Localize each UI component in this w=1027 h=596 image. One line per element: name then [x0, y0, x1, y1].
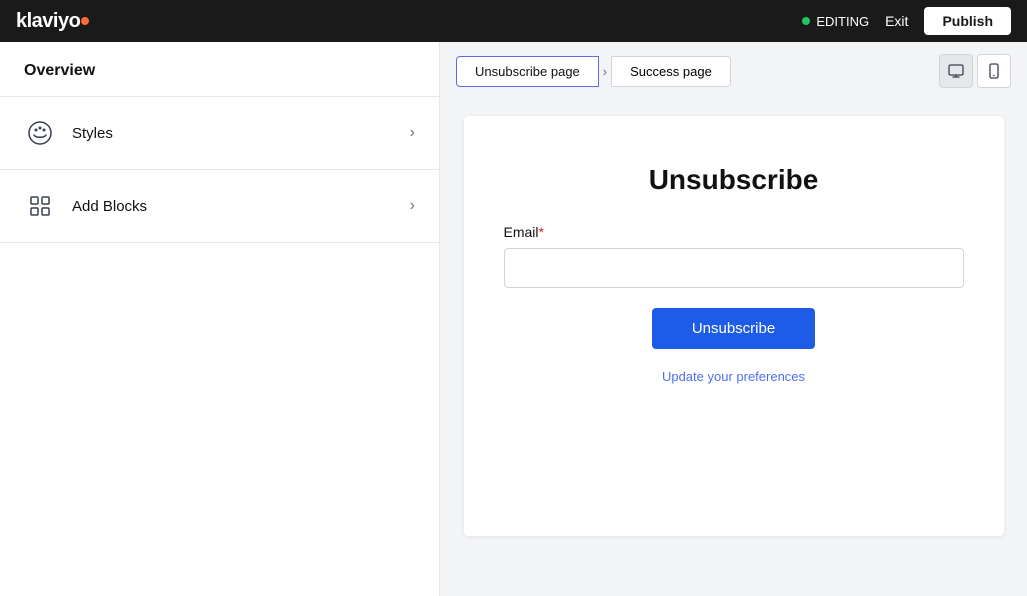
unsubscribe-button[interactable]: Unsubscribe — [652, 308, 815, 349]
tab-success-page[interactable]: Success page — [611, 56, 731, 87]
tab-separator-arrow: › — [599, 64, 611, 79]
sidebar-title: Overview — [0, 42, 439, 97]
form-title: Unsubscribe — [649, 164, 819, 196]
publish-button[interactable]: Publish — [924, 7, 1011, 35]
styles-chevron-icon: › — [410, 124, 415, 142]
blocks-icon — [24, 190, 56, 222]
email-input[interactable] — [504, 248, 964, 288]
styles-label: Styles — [72, 125, 113, 142]
sidebar-item-styles-left: Styles — [24, 117, 113, 149]
sidebar-item-add-blocks[interactable]: Add Blocks › — [0, 170, 439, 243]
blocks-chevron-icon: › — [410, 197, 415, 215]
tab-unsubscribe-page[interactable]: Unsubscribe page — [456, 56, 599, 87]
logo-dot — [81, 17, 89, 25]
tab-bar: Unsubscribe page › Success page — [440, 42, 1027, 100]
editing-status: EDITING — [802, 14, 869, 29]
view-toggle-group — [939, 54, 1011, 88]
sidebar: Overview Styles › — [0, 42, 440, 596]
required-star: * — [539, 224, 544, 240]
sidebar-item-blocks-left: Add Blocks — [24, 190, 147, 222]
editing-label: EDITING — [816, 14, 869, 29]
mobile-view-button[interactable] — [977, 54, 1011, 88]
desktop-view-button[interactable] — [939, 54, 973, 88]
add-blocks-label: Add Blocks — [72, 198, 147, 215]
sidebar-item-styles[interactable]: Styles › — [0, 97, 439, 170]
header-actions: EDITING Exit Publish — [802, 7, 1011, 35]
editing-indicator — [802, 17, 810, 25]
preferences-link[interactable]: Update your preferences — [662, 369, 805, 384]
app-header: klaviyo EDITING Exit Publish — [0, 0, 1027, 42]
exit-button[interactable]: Exit — [885, 13, 908, 29]
palette-icon — [24, 117, 56, 149]
page-tabs: Unsubscribe page › Success page — [456, 56, 731, 87]
email-form-group: Email* — [504, 224, 964, 288]
logo: klaviyo — [16, 10, 89, 33]
logo-text: klaviyo — [16, 10, 80, 33]
preview-card: Unsubscribe Email* Unsubscribe Update yo… — [464, 116, 1004, 536]
email-label: Email* — [504, 224, 964, 240]
main-layout: Overview Styles › — [0, 42, 1027, 596]
content-area: Unsubscribe page › Success page — [440, 42, 1027, 596]
preview-area: Unsubscribe Email* Unsubscribe Update yo… — [440, 100, 1027, 596]
